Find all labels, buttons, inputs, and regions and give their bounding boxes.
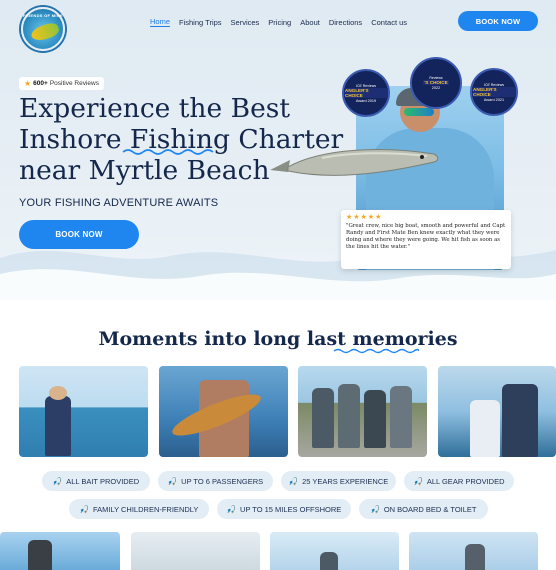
nav-item-services[interactable]: Services <box>231 18 260 27</box>
star-icon: ★ <box>24 78 32 88</box>
book-now-header-button[interactable]: BOOK NOW <box>458 11 538 31</box>
feature-label: ALL GEAR PROVIDED <box>426 476 505 486</box>
feature-chip-bed-toilet: 🎣 ON BOARD BED & TOILET <box>359 499 488 519</box>
fishing-rod-icon: 🎣 <box>167 476 178 486</box>
logo-text: FRIENDS OF MINE <box>23 13 63 18</box>
reviews-label: Positive Reviews <box>49 80 99 87</box>
gallery-photo[interactable] <box>270 532 399 570</box>
hero-subhead: YOUR FISHING ADVENTURE AWAITS <box>19 197 219 209</box>
person-figure <box>28 540 52 570</box>
award-badge-2021: ICE Reviews ANGLER'S CHOICE Award 2021 <box>470 68 518 116</box>
feature-chip-experience: 🎣 25 YEARS EXPERIENCE <box>281 471 396 491</box>
site-logo[interactable]: FRIENDS OF MINE <box>21 7 65 51</box>
fishing-rod-icon: 🎣 <box>370 504 380 514</box>
feature-chip-bait: 🎣 ALL BAIT PROVIDED <box>42 471 150 491</box>
moments-title: Moments into long last memories <box>98 328 458 350</box>
book-now-hero-button[interactable]: BOOK NOW <box>19 220 139 249</box>
fish-icon <box>29 21 61 43</box>
main-nav: Home Fishing Trips Services Pricing Abou… <box>150 16 407 28</box>
reviews-count: 600+ <box>33 80 48 87</box>
nav-item-home[interactable]: Home <box>150 17 171 27</box>
nav-item-pricing[interactable]: Pricing <box>268 18 291 27</box>
feature-chip-offshore: 🎣 UP TO 15 MILES OFFSHORE <box>217 499 351 519</box>
award-title: 'S CHOICE <box>423 80 449 85</box>
feature-label: 25 YEARS EXPERIENCE <box>302 476 389 486</box>
nav-item-contact[interactable]: Contact us <box>371 18 407 27</box>
feature-chip-family: 🎣 FAMILY CHILDREN-FRIENDLY <box>69 499 209 519</box>
gallery-photo[interactable] <box>0 532 120 570</box>
nav-item-fishing-trips[interactable]: Fishing Trips <box>179 18 222 27</box>
nav-item-about[interactable]: About <box>300 18 320 27</box>
testimonial-card: ★★★★★ "Great crew, nice big boat, smooth… <box>341 210 511 269</box>
fishing-rod-icon: 🎣 <box>288 476 299 486</box>
person-figure <box>390 386 412 448</box>
gallery-photo[interactable] <box>159 366 288 457</box>
nav-item-directions[interactable]: Directions <box>329 18 362 27</box>
person-figure <box>465 544 485 570</box>
person-figure <box>364 390 386 448</box>
award-title: ANGLER'S CHOICE <box>472 86 516 97</box>
testimonial-text: "Great crew, nice big boat, smooth and p… <box>346 223 506 250</box>
feature-label: ON BOARD BED & TOILET <box>383 504 477 514</box>
feature-label: ALL BAIT PROVIDED <box>66 476 140 486</box>
gallery-photo[interactable] <box>438 366 556 457</box>
title-underline-decoration <box>333 348 419 354</box>
person-figure <box>320 552 338 570</box>
gallery-photo[interactable] <box>409 532 538 570</box>
gallery-photo[interactable] <box>131 532 260 570</box>
award-badge-2019: ICE Reviews ANGLER'S CHOICE Award 2019 <box>342 69 390 117</box>
feature-label: FAMILY CHILDREN-FRIENDLY <box>92 504 199 514</box>
award-year: Award 2019 <box>355 98 377 103</box>
person-figure <box>470 400 500 457</box>
headline-line-1: Experience the Best <box>19 93 291 124</box>
fishing-rod-icon: 🎣 <box>226 504 237 514</box>
person-figure <box>312 388 334 448</box>
award-title: ANGLER'S CHOICE <box>344 87 388 98</box>
feature-chip-passengers: 🎣 UP TO 6 PASSENGERS <box>158 471 273 491</box>
feature-label: UP TO 6 PASSENGERS <box>181 476 264 486</box>
award-year: Award 2021 <box>483 97 505 102</box>
gallery-photo[interactable] <box>19 366 148 457</box>
captain-sunglasses <box>404 108 434 116</box>
fishing-rod-icon: 🎣 <box>52 476 63 486</box>
feature-label: UP TO 15 MILES OFFSHORE <box>240 504 342 514</box>
fish-illustration <box>270 149 439 176</box>
gallery-photo[interactable] <box>298 366 427 457</box>
person-figure <box>338 384 360 448</box>
fishing-rod-icon: 🎣 <box>79 504 89 514</box>
person-figure <box>502 384 538 457</box>
person-figure <box>45 396 71 456</box>
headline-squiggle-decoration <box>122 149 214 155</box>
rating-stars: ★★★★★ <box>346 214 383 221</box>
award-year: 2022 <box>431 86 441 90</box>
reviews-badge: ★ 600+ Positive Reviews <box>19 77 104 90</box>
person-hat <box>49 386 67 400</box>
feature-chip-gear: 🎣 ALL GEAR PROVIDED <box>404 471 514 491</box>
fishing-rod-icon: 🎣 <box>413 476 423 486</box>
award-badge-2022: Reviews 'S CHOICE 2022 <box>410 57 462 109</box>
hero-section: FRIENDS OF MINE Home Fishing Trips Servi… <box>0 0 556 300</box>
